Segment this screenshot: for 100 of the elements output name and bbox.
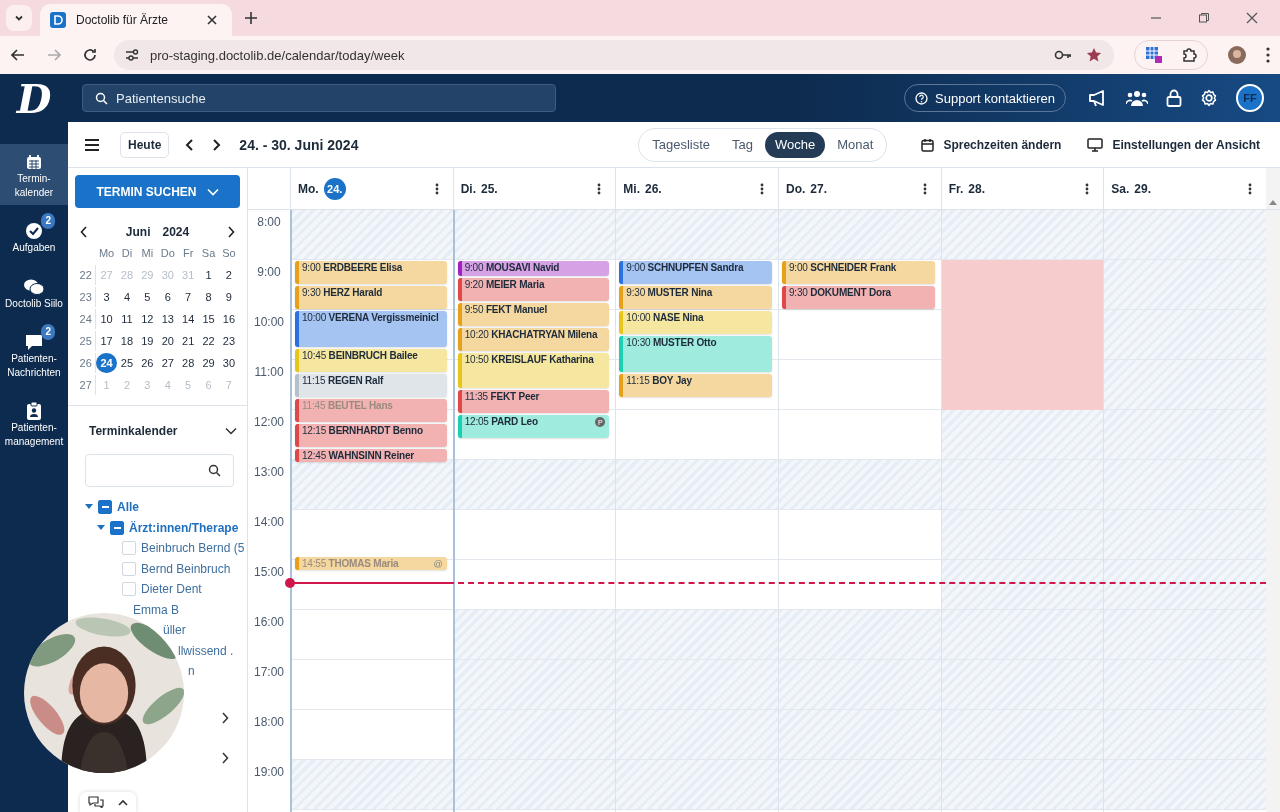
calendar-day[interactable]: 7 [177,287,199,307]
calendar-day[interactable]: 22 [198,331,219,351]
appointment-card[interactable]: 9:30 DOKUMENT Dora [782,286,935,309]
more-icon[interactable] [1085,182,1090,195]
view-tab[interactable]: Tagesliste [642,131,721,158]
view-settings-button[interactable]: Einstellungen der Ansicht [1087,137,1260,152]
patient-search-field[interactable]: Patientensuche [82,84,556,112]
appointment-card[interactable]: 9:00 ERDBEERE Elisa [295,261,447,284]
calendar-name[interactable]: üller [163,623,186,638]
appointment-card[interactable]: 10:30 MUSTER Otto [619,336,772,372]
calendar-day[interactable]: 15 [198,309,219,329]
calendar-day[interactable]: 24 [96,353,117,373]
find-appointment-button[interactable]: TERMIN SUCHEN [75,175,240,208]
next-icon[interactable] [211,137,222,152]
calendar-name[interactable]: Alle [117,500,139,515]
calendar-day[interactable]: 1 [198,265,219,285]
calendar-day[interactable]: 28 [177,353,199,373]
calendar-day[interactable]: 25 [116,353,138,373]
calendar-day[interactable]: 29 [198,353,219,373]
appointment-card[interactable]: 10:50 KREISLAUF Katharina [457,352,610,389]
settings-icon[interactable] [1200,89,1218,107]
calendar-day[interactable]: 27 [157,353,178,373]
calendar-day[interactable]: 21 [177,331,199,351]
more-icon[interactable] [1266,47,1270,63]
previous-month-icon[interactable] [80,226,88,238]
calendar-day[interactable]: 6 [157,287,178,307]
more-icon[interactable] [760,182,764,195]
chevron-right-icon[interactable] [221,712,229,724]
star-icon[interactable] [1086,47,1102,63]
calendar-day[interactable]: 3 [96,287,117,307]
restore-icon[interactable] [1198,12,1210,24]
calendar-day[interactable]: 17 [96,331,117,351]
calendar-day[interactable]: 20 [157,331,178,351]
calendar-search-field[interactable] [85,454,234,487]
nav-item[interactable]: 2 Patienten- Nachrichten [0,324,68,385]
year-label[interactable]: 2024 [162,225,190,239]
previous-icon[interactable] [185,137,196,152]
new-tab-icon[interactable] [244,11,258,25]
calendar-day[interactable]: 26 [137,353,158,373]
calendar-day[interactable]: 19 [137,331,158,351]
appointment-card[interactable]: 12:15 BERNHARDT Benno [295,423,447,447]
calendar-day[interactable]: 14 [177,309,199,329]
calendar-day[interactable]: 10 [96,309,117,329]
nav-item[interactable]: Patienten- management [0,393,68,454]
calendar-day[interactable]: 9 [218,287,240,307]
chevron-right-icon[interactable] [221,752,229,764]
calendar-day[interactable]: 13 [157,309,178,329]
appointment-card[interactable]: 9:50 FEKT Manuel [457,302,610,326]
chat-launcher[interactable] [80,792,136,812]
close-window-icon[interactable] [1246,12,1258,24]
calendar-day[interactable]: 30 [218,353,240,373]
more-icon[interactable] [597,182,602,195]
caret-down-icon[interactable] [97,524,105,531]
calendar-day[interactable]: 5 [137,287,158,307]
calendar-name[interactable]: Bernd Beinbruch [141,561,231,576]
site-settings-icon[interactable] [124,47,140,63]
menu-icon[interactable] [84,137,100,152]
close-icon[interactable] [206,14,218,26]
change-hours-button[interactable]: Sprechzeiten ändern [921,137,1062,152]
appointment-card[interactable]: 9:00 MOUSAVI Navid [457,261,610,276]
nav-item[interactable]: 2 Aufgaben [0,213,68,261]
calendar-day[interactable]: 4 [116,287,138,307]
calendar-name[interactable]: Emma B [133,602,179,617]
more-icon[interactable] [922,182,927,195]
appointment-card[interactable]: 10:20 KHACHATRYAN Milena [457,327,610,351]
appointment-card[interactable]: 9:00 SCHNUPFEN Sandra [619,261,772,284]
app-logo[interactable]: D [0,74,68,122]
caret-down-icon[interactable] [85,504,93,511]
calendar-name[interactable]: Beinbruch Bernd (5 [141,541,245,556]
appointment-card[interactable]: 10:00 VERENA Vergissmeinicl [295,311,447,347]
calendar-day[interactable]: 2 [218,265,240,285]
checkbox[interactable] [110,520,124,535]
today-button[interactable]: Heute [120,131,170,158]
next-month-icon[interactable] [227,226,235,238]
appointment-card[interactable]: 9:30 MUSTER Nina [619,286,772,309]
lock-icon[interactable] [1166,89,1182,107]
appointment-card[interactable]: 9:20 MEIER Maria [457,277,610,301]
appointment-card[interactable]: 11:35 FEKT Peer [457,390,610,414]
reload-icon[interactable] [82,47,98,63]
calendar-day[interactable]: 12 [137,309,158,329]
appointment-card[interactable]: 9:30 HERZ Harald [295,286,447,309]
month-label[interactable]: Juni [125,225,151,239]
calendar-day[interactable]: 18 [116,331,138,351]
calendar-day[interactable]: 11 [116,309,138,329]
calendar-name[interactable]: n [188,664,195,679]
more-icon[interactable] [1248,182,1252,195]
address-bar[interactable]: pro-staging.doctolib.de/calendar/today/week [114,40,1114,70]
appointment-card[interactable]: 12:45 WAHNSINN Reiner [295,448,447,462]
appointment-card[interactable]: 9:00 SCHNEIDER Frank [782,261,935,284]
nav-item[interactable]: Doctolib Siilo [0,268,68,316]
back-icon[interactable] [10,47,26,63]
calendar-name[interactable]: Ärzt:innen/Therape [129,520,239,535]
view-tab[interactable]: Monat [827,131,884,158]
calendar-day[interactable]: 8 [198,287,219,307]
more-icon[interactable] [434,182,439,195]
calendar-day[interactable]: 16 [218,309,240,329]
nav-item[interactable]: Termin- kalender [0,144,68,205]
appointment-card[interactable]: 11:15 BOY Jay [619,373,772,397]
chevron-down-icon[interactable] [225,427,237,435]
checkbox[interactable] [98,500,112,515]
